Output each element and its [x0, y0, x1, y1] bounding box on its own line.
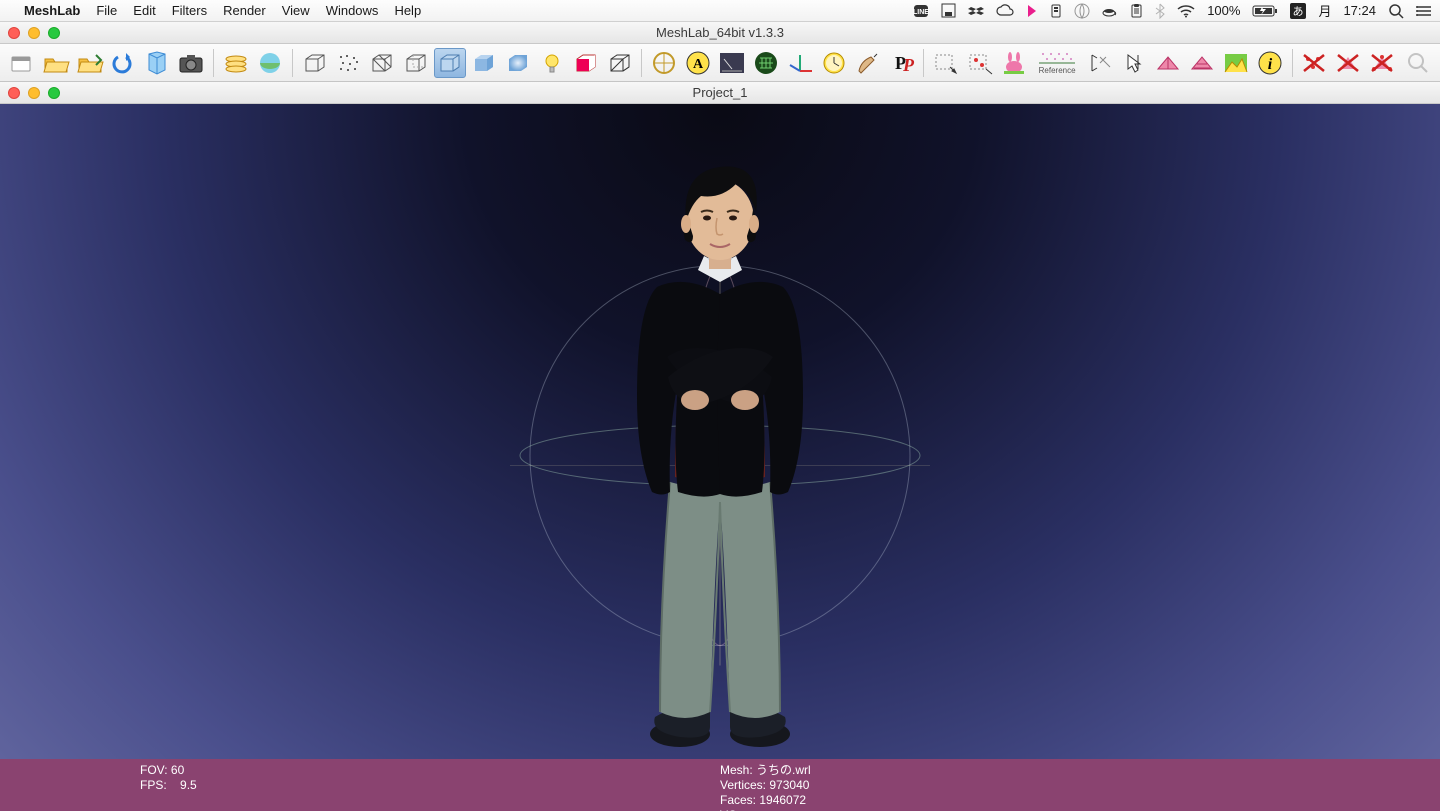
clock-time[interactable]: 17:24: [1343, 3, 1376, 18]
faces-label: Faces:: [720, 793, 756, 807]
cloud-icon[interactable]: [996, 4, 1014, 18]
spotlight-icon[interactable]: [1388, 3, 1404, 19]
planar-edit-button[interactable]: [1152, 48, 1184, 78]
select-region-button[interactable]: [930, 48, 962, 78]
backface-cull-button[interactable]: [570, 48, 602, 78]
hiddenlines-render-button[interactable]: [400, 48, 432, 78]
mac-menubar: MeshLab File Edit Filters Render View Wi…: [0, 0, 1440, 22]
svg-text:i: i: [1267, 56, 1272, 73]
delete-vert-button[interactable]: [1299, 48, 1331, 78]
show-raster-mode-button[interactable]: [254, 48, 286, 78]
light-toggle-button[interactable]: [536, 48, 568, 78]
axis-button[interactable]: [784, 48, 816, 78]
reference-button[interactable]: Reference: [1032, 48, 1083, 78]
bunny-icon[interactable]: [998, 48, 1030, 78]
fov-value: 60: [171, 763, 184, 777]
new-project-button[interactable]: [6, 48, 38, 78]
menu-windows[interactable]: Windows: [326, 3, 379, 18]
coffee-icon[interactable]: [1102, 4, 1118, 18]
document-zoom-button[interactable]: [48, 87, 60, 99]
menu-edit[interactable]: Edit: [133, 3, 155, 18]
clipboard-icon[interactable]: [1130, 3, 1143, 18]
reload-button[interactable]: [108, 48, 140, 78]
fps-value: 9.5: [180, 778, 197, 792]
flat-render-button[interactable]: [468, 48, 500, 78]
delete-face-button[interactable]: [1332, 48, 1364, 78]
faces-value: 1946072: [759, 793, 806, 807]
status-bar: FOV: 60 FPS: 9.5 Mesh: うちの.wrl Vertices:…: [0, 759, 1440, 811]
selection-vert-button[interactable]: A: [682, 48, 714, 78]
toolbar: A PP Reference i: [0, 44, 1440, 82]
window-minimize-button[interactable]: [28, 27, 40, 39]
mesh-render: [585, 152, 855, 752]
menu-filters[interactable]: Filters: [172, 3, 207, 18]
document-minimize-button[interactable]: [28, 87, 40, 99]
toolbar-search-icon[interactable]: [1402, 48, 1434, 78]
export-mesh-button[interactable]: [141, 48, 173, 78]
vertices-label: Vertices:: [720, 778, 766, 792]
show-layer-dialog-button[interactable]: [220, 48, 252, 78]
mesh-label: Mesh:: [720, 763, 753, 777]
edge-decorator-button[interactable]: [604, 48, 636, 78]
notification-center-icon[interactable]: [1416, 4, 1432, 18]
document-title: Project_1: [0, 85, 1440, 100]
select-connected-button[interactable]: [964, 48, 996, 78]
wifi-icon[interactable]: [1177, 4, 1195, 18]
poly-edit-button[interactable]: [1186, 48, 1218, 78]
window-titlebar[interactable]: MeshLab_64bit v1.3.3: [0, 22, 1440, 44]
wireframe-render-button[interactable]: [366, 48, 398, 78]
app-menu[interactable]: MeshLab: [24, 3, 80, 18]
battery-percentage[interactable]: 100%: [1207, 3, 1240, 18]
smooth-render-button[interactable]: [502, 48, 534, 78]
clock-day[interactable]: 月: [1318, 1, 1331, 20]
manip-tool-button[interactable]: [1118, 48, 1150, 78]
points-render-button[interactable]: [333, 48, 365, 78]
reference-label: Reference: [1039, 66, 1076, 75]
fov-label: FOV:: [140, 763, 168, 777]
flatlines-render-button[interactable]: [434, 48, 466, 78]
filter-icon-button[interactable]: [750, 48, 782, 78]
window-zoom-button[interactable]: [48, 27, 60, 39]
menu-view[interactable]: View: [282, 3, 310, 18]
window-close-button[interactable]: [8, 27, 20, 39]
quality-map-button[interactable]: [1220, 48, 1252, 78]
clock-deco-button[interactable]: [818, 48, 850, 78]
vertices-value: 973040: [769, 778, 809, 792]
info-button[interactable]: i: [1254, 48, 1286, 78]
open-project-button[interactable]: [40, 48, 72, 78]
document-titlebar[interactable]: Project_1: [0, 82, 1440, 104]
bbox-render-button[interactable]: [299, 48, 331, 78]
mesh-value: うちの.wrl: [756, 763, 811, 777]
import-mesh-button[interactable]: [74, 48, 106, 78]
document-close-button[interactable]: [8, 87, 20, 99]
viewport[interactable]: FOV: 60 FPS: 9.5 Mesh: うちの.wrl Vertices:…: [0, 104, 1440, 811]
pp-button[interactable]: PP: [885, 48, 917, 78]
bluetooth-icon[interactable]: [1155, 3, 1165, 19]
delete-facevert-button[interactable]: [1366, 48, 1398, 78]
menu-help[interactable]: Help: [394, 3, 421, 18]
paint-button[interactable]: [852, 48, 884, 78]
menu-file[interactable]: File: [96, 3, 117, 18]
line-icon[interactable]: LINE: [913, 3, 929, 19]
ime-indicator[interactable]: あ: [1290, 3, 1306, 19]
menu-render[interactable]: Render: [223, 3, 266, 18]
dropbox-icon[interactable]: [968, 3, 984, 19]
finder-icon[interactable]: [1074, 3, 1090, 19]
svg-text:P: P: [902, 55, 915, 75]
snapshot-button[interactable]: [175, 48, 207, 78]
battery-icon[interactable]: [1252, 4, 1278, 18]
svg-text:あ: あ: [1293, 5, 1304, 18]
svg-text:LINE: LINE: [913, 9, 929, 16]
window-title: MeshLab_64bit v1.3.3: [0, 25, 1440, 40]
pink-arrow-icon[interactable]: [1026, 3, 1038, 19]
measure-button[interactable]: [716, 48, 748, 78]
save-icon[interactable]: [941, 3, 956, 18]
fps-label: FPS:: [140, 778, 167, 792]
svg-text:A: A: [693, 57, 704, 72]
align-button[interactable]: [1084, 48, 1116, 78]
battery-block-icon[interactable]: [1050, 3, 1062, 19]
selection-face-button[interactable]: [648, 48, 680, 78]
